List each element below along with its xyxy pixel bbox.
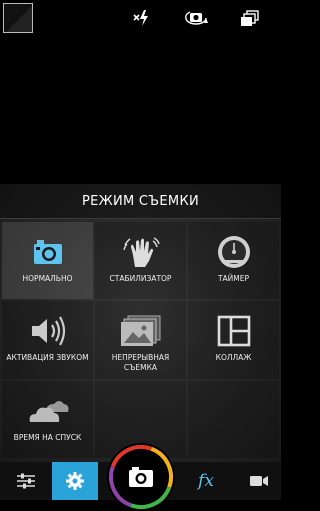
top-bar — [0, 0, 281, 36]
mode-label: ВРЕМЯ НА СПУСК — [13, 432, 82, 442]
mode-collage[interactable]: КОЛЛАЖ — [188, 301, 279, 379]
fx-button[interactable]: fx — [186, 462, 226, 500]
shutter-button[interactable] — [107, 443, 175, 511]
shooting-mode-panel: РЕЖИМ СЪЕМКИ НОРМАЛЬНО СТАБИЛИЗАТОР ТАЙМ… — [0, 184, 281, 462]
mode-burst[interactable]: НЕПРЕРЫВНАЯ СЪЕМКА — [95, 301, 186, 379]
panel-title: РЕЖИМ СЪЕМКИ — [0, 184, 281, 219]
shaky-hand-icon — [118, 232, 164, 272]
mode-label: НЕПРЕРЫВНАЯ СЪЕМКА — [111, 353, 170, 373]
settings-gear-icon[interactable] — [52, 462, 98, 500]
mode-stabilizer[interactable]: СТАБИЛИЗАТОР — [95, 222, 186, 300]
mode-normal[interactable]: НОРМАЛЬНО — [2, 222, 93, 300]
mode-label: АКТИВАЦИЯ ЗВУКОМ — [6, 353, 89, 363]
mode-label: ТАЙМЕР — [217, 274, 250, 283]
clouds-icon — [25, 391, 71, 431]
mode-label: НОРМАЛЬНО — [22, 274, 73, 283]
speaker-icon — [25, 311, 71, 351]
adjust-sliders-icon[interactable] — [0, 462, 52, 500]
mode-label: КОЛЛАЖ — [215, 353, 252, 363]
mode-sound-activation[interactable]: АКТИВАЦИЯ ЗВУКОМ — [2, 301, 93, 379]
mode-label: СТАБИЛИЗАТОР — [109, 274, 172, 283]
viewfinder[interactable] — [0, 36, 281, 184]
shutter-camera-icon — [129, 467, 153, 487]
mode-timer[interactable]: ТАЙМЕР — [188, 222, 279, 300]
camera-icon — [25, 232, 71, 272]
mode-time-lapse[interactable]: ВРЕМЯ НА СПУСК — [2, 380, 93, 458]
gallery-thumbnail[interactable] — [3, 3, 33, 33]
timer-icon — [211, 232, 257, 272]
video-camera-icon[interactable] — [236, 462, 281, 500]
burst-photos-icon — [118, 311, 164, 351]
empty-cell — [188, 380, 279, 458]
mode-grid: НОРМАЛЬНО СТАБИЛИЗАТОР ТАЙМЕР АКТИВАЦИЯ … — [2, 222, 279, 458]
flash-off-icon[interactable] — [130, 8, 152, 28]
collage-icon — [211, 311, 257, 351]
copies-icon[interactable] — [240, 8, 262, 28]
switch-camera-icon[interactable] — [184, 8, 208, 28]
